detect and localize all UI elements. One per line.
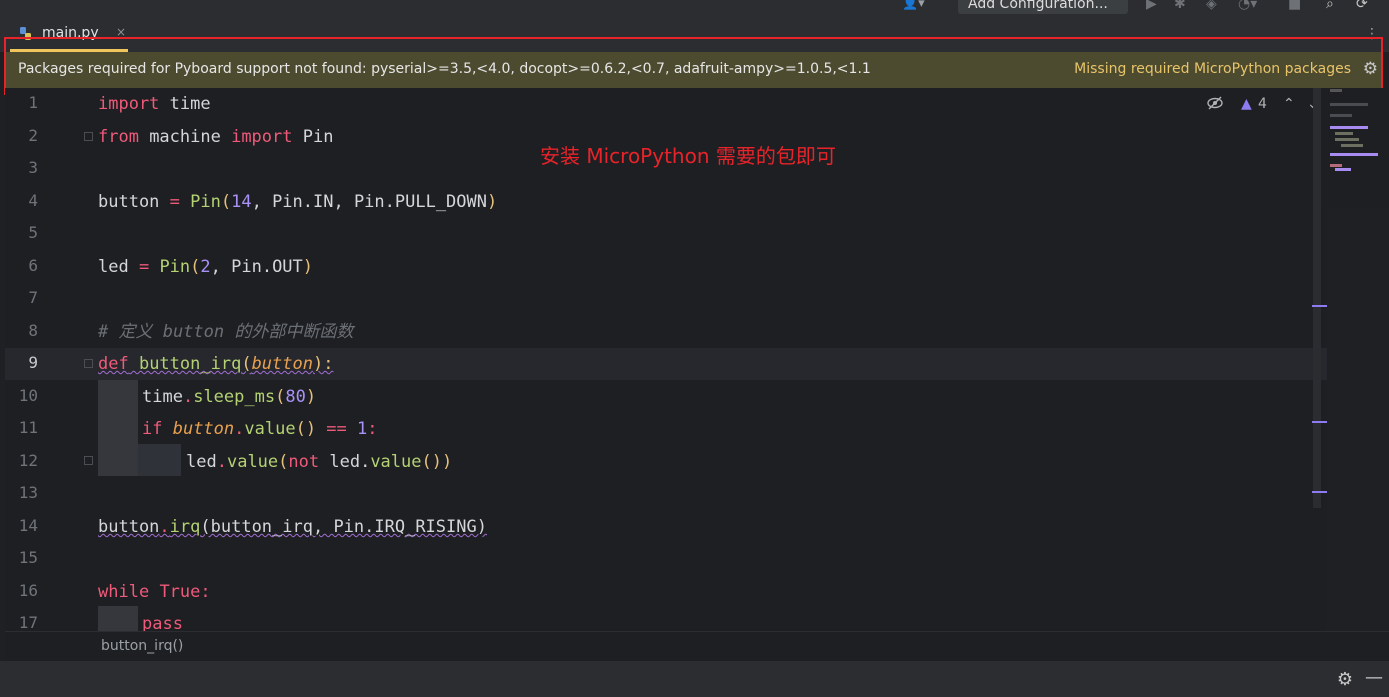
gear-icon[interactable]: ⚙ xyxy=(1337,669,1353,690)
line-number: 12 xyxy=(18,451,38,470)
vertical-scrollbar[interactable] xyxy=(1313,88,1321,508)
debug-icon[interactable]: ✱ xyxy=(1174,0,1186,12)
profile-icon[interactable]: ◔▾ xyxy=(1238,0,1257,12)
line-number: 17 xyxy=(18,613,38,631)
code-line: while True: xyxy=(98,582,211,602)
warning-stripe[interactable] xyxy=(1312,491,1327,493)
line-number-gutter: 1 2 3 4 5 6 7 8 9 10 11 12 13 14 15 16 1… xyxy=(5,88,93,631)
fold-marker[interactable] xyxy=(84,359,93,368)
fold-marker[interactable] xyxy=(84,132,93,141)
code-line: led = Pin(2, Pin.OUT) xyxy=(98,257,314,277)
line-number: 10 xyxy=(18,386,38,405)
line-number: 13 xyxy=(18,483,38,502)
fold-marker[interactable] xyxy=(84,456,93,465)
minimap-line xyxy=(1330,103,1368,106)
line-number: 2 xyxy=(28,126,38,145)
minimap-line xyxy=(1330,126,1368,129)
code-line: import time xyxy=(98,94,211,114)
minimap-line xyxy=(1330,164,1342,167)
code-line: pass xyxy=(142,614,183,631)
code-minimap[interactable] xyxy=(1327,88,1389,208)
annotation-text: 安装 MicroPython 需要的包即可 xyxy=(540,144,836,168)
indent-guide xyxy=(98,606,138,631)
code-line: button = Pin(14, Pin.IN, Pin.PULL_DOWN) xyxy=(98,192,498,212)
add-configuration-button[interactable]: Add Configuration... xyxy=(958,0,1128,14)
code-comment: # 定义 button 的外部中断函数 xyxy=(98,322,354,342)
line-number: 16 xyxy=(18,581,38,600)
minimap-line xyxy=(1335,132,1353,135)
run-icon[interactable]: ▶ xyxy=(1146,0,1157,12)
line-number: 3 xyxy=(28,158,38,177)
line-number: 5 xyxy=(28,223,38,242)
update-icon[interactable]: ⟳ xyxy=(1356,0,1368,12)
warning-stripe[interactable] xyxy=(1312,421,1327,423)
user-icon[interactable]: 👤▾ xyxy=(902,0,934,14)
minimap-line xyxy=(1341,144,1363,147)
warning-stripe[interactable] xyxy=(1312,305,1327,307)
breadcrumb-bar: button_irq() xyxy=(5,631,1389,662)
breadcrumb[interactable]: button_irq() xyxy=(101,638,183,654)
code-line: button.irq(button_irq, Pin.IRQ_RISING) xyxy=(98,517,487,537)
indent-guide xyxy=(98,380,138,476)
indent-guide xyxy=(138,444,181,476)
highlight-box xyxy=(4,37,1383,95)
line-number: 11 xyxy=(18,418,38,437)
warning-icon[interactable]: ▲ xyxy=(1241,96,1252,112)
minimap-line xyxy=(1335,168,1351,171)
coverage-icon[interactable]: ◈ xyxy=(1206,0,1217,12)
main-toolbar: 👤▾ Add Configuration... ▶ ✱ ◈ ◔▾ ■ ⌕ ⟳ xyxy=(0,0,1389,16)
line-number: 15 xyxy=(18,548,38,567)
code-line: def button_irq(button): xyxy=(98,354,334,374)
minimize-icon[interactable]: — xyxy=(1365,667,1383,688)
minimap-line xyxy=(1330,153,1378,156)
line-number: 14 xyxy=(18,516,38,535)
code-line: time.sleep_ms(80) xyxy=(142,387,317,407)
minimap-line xyxy=(1330,89,1342,92)
warning-count[interactable]: 4 xyxy=(1258,96,1267,112)
code-editor[interactable]: 1 2 3 4 5 6 7 8 9 10 11 12 13 14 15 16 1… xyxy=(5,88,1327,631)
line-number-active: 9 xyxy=(28,353,38,372)
line-number: 7 xyxy=(28,288,38,307)
status-bar: ⚙ — xyxy=(0,661,1389,697)
code-line: if button.value() == 1: xyxy=(142,419,378,439)
eye-off-icon[interactable] xyxy=(1207,96,1223,114)
code-line: led.value(not led.value()) xyxy=(186,452,453,472)
minimap-line xyxy=(1330,114,1352,117)
minimap-line xyxy=(1335,138,1359,141)
chevron-up-icon[interactable]: ⌃ xyxy=(1283,96,1295,112)
line-number: 4 xyxy=(28,191,38,210)
line-number: 8 xyxy=(28,321,38,340)
search-icon[interactable]: ⌕ xyxy=(1326,0,1334,12)
stop-icon[interactable]: ■ xyxy=(1288,0,1301,12)
line-number: 1 xyxy=(28,93,38,112)
code-line: from machine import Pin xyxy=(98,127,334,147)
line-number: 6 xyxy=(28,256,38,275)
